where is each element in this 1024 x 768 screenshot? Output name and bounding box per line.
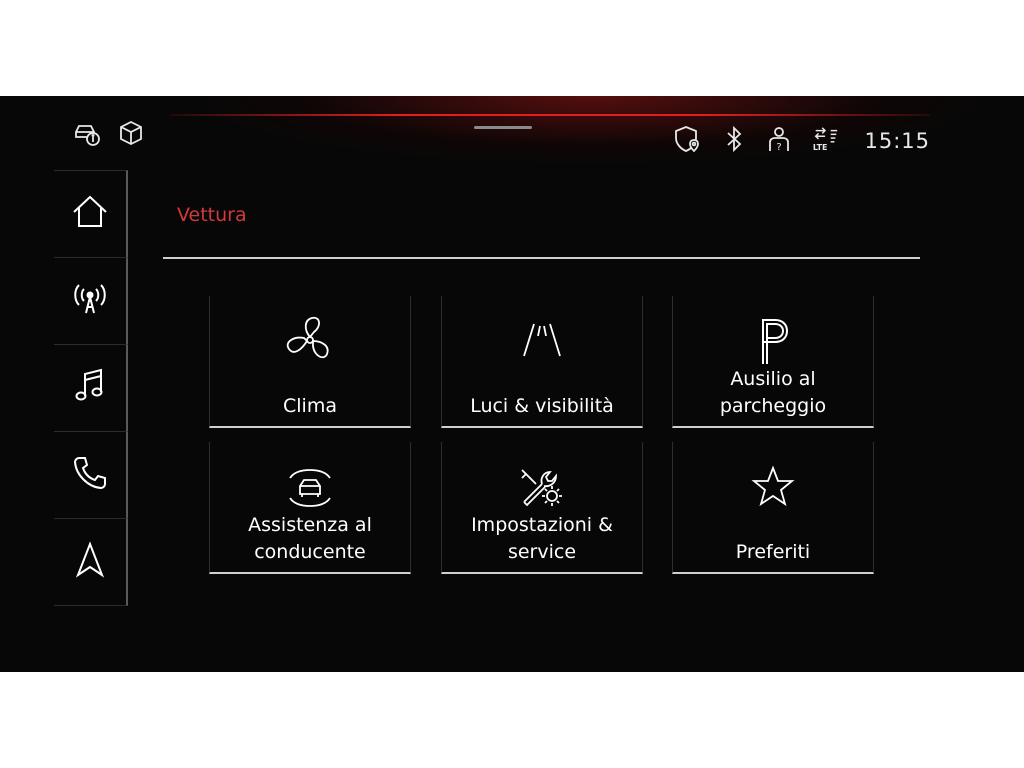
home-icon — [70, 192, 110, 236]
sidebar — [54, 170, 128, 606]
tile-clima[interactable]: Clima — [209, 296, 411, 428]
package-icon[interactable] — [116, 118, 146, 152]
page-title: Vettura — [177, 204, 247, 226]
star-icon — [743, 456, 803, 520]
road-lights-icon — [512, 310, 572, 374]
header-accent-line — [170, 114, 930, 116]
sidebar-item-media[interactable] — [54, 345, 128, 432]
tile-ausilio-parcheggio[interactable]: Ausilio al parcheggio — [672, 296, 874, 428]
shield-location-icon[interactable] — [674, 124, 702, 158]
user-unknown-icon[interactable]: ? — [766, 124, 794, 158]
bluetooth-icon[interactable] — [720, 124, 748, 158]
tile-label: Impostazioni & service — [471, 514, 613, 563]
clock: 15:15 — [864, 129, 930, 153]
wrench-gear-icon — [512, 456, 572, 520]
phone-icon — [70, 453, 110, 497]
driver-assist-car-icon — [280, 456, 340, 520]
top-left-shortcuts — [72, 118, 146, 152]
sidebar-item-phone[interactable] — [54, 432, 128, 519]
pull-down-handle[interactable] — [474, 126, 532, 129]
radio-antenna-icon — [70, 279, 110, 323]
tile-label: Ausilio al parcheggio — [719, 368, 827, 417]
tile-assistenza-conducente[interactable]: Assistenza al conducente — [209, 442, 411, 574]
lte-signal-icon: LTE — [812, 124, 840, 158]
tile-luci-visibilita[interactable]: Luci & visibilità — [441, 296, 643, 428]
tile-label: Luci & visibilità — [470, 395, 614, 417]
status-bar: ? LTE 15:15 — [674, 124, 930, 158]
sidebar-item-home[interactable] — [54, 170, 128, 258]
tile-impostazioni-service[interactable]: Impostazioni & service — [441, 442, 643, 574]
tile-label: Clima — [283, 395, 337, 417]
svg-text:?: ? — [777, 142, 782, 153]
sidebar-item-radio[interactable] — [54, 258, 128, 345]
sidebar-item-navigation[interactable] — [54, 519, 128, 606]
tile-label: Preferiti — [735, 541, 811, 563]
vehicle-info-icon[interactable] — [72, 118, 102, 152]
svg-text:LTE: LTE — [813, 143, 828, 152]
music-note-icon — [70, 366, 110, 410]
tile-preferiti[interactable]: Preferiti — [672, 442, 874, 574]
parking-icon — [743, 310, 803, 374]
infotainment-screen: ? LTE 15:15 Vettura Clima Luci & visibil… — [0, 96, 1024, 672]
tile-label: Assistenza al conducente — [248, 514, 372, 563]
fan-icon — [280, 310, 340, 374]
navigation-arrow-icon — [70, 540, 110, 584]
title-divider — [163, 257, 920, 259]
